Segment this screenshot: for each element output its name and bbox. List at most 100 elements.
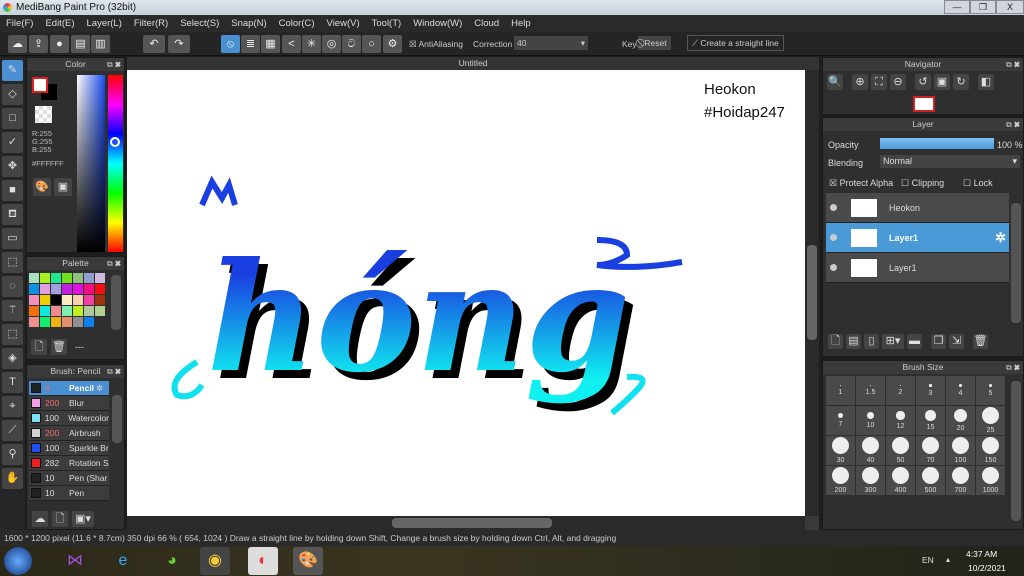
- new-halftone-layer-icon[interactable]: ▤: [846, 334, 861, 349]
- hue-slider[interactable]: [108, 75, 123, 252]
- brush-item[interactable]: 10 Pen (Shar: [29, 471, 109, 486]
- drawing-canvas[interactable]: Heokon #Hoidap247 hóng hóng: [127, 70, 805, 516]
- palette-swatch[interactable]: [51, 306, 61, 316]
- perspective-snap-icon[interactable]: <: [282, 35, 301, 53]
- menu-item[interactable]: Snap(N): [225, 15, 272, 32]
- brush-tool-icon[interactable]: ✎: [2, 60, 23, 81]
- lasso-tool-icon[interactable]: ◌: [2, 276, 23, 297]
- brush-size-option[interactable]: 100: [946, 436, 975, 465]
- panel-close-icon[interactable]: ⧉ ✖: [1006, 118, 1020, 131]
- restore-button[interactable]: ❐: [970, 0, 996, 14]
- palette-swatch[interactable]: [84, 295, 94, 305]
- brush-size-option[interactable]: 150: [976, 436, 1005, 465]
- protect-alpha-checkbox[interactable]: ☒ Protect Alpha: [829, 178, 893, 189]
- internet-explorer-icon[interactable]: e: [108, 547, 138, 575]
- palette-swatch[interactable]: [95, 284, 105, 294]
- palette-swatch[interactable]: [73, 295, 83, 305]
- layer-visibility-toggle[interactable]: [830, 234, 837, 241]
- redo-button[interactable]: ↷: [168, 35, 190, 53]
- palette-swatch[interactable]: [40, 306, 50, 316]
- palette-swatch[interactable]: [51, 273, 61, 283]
- tray-arrow-icon[interactable]: ▴: [946, 555, 950, 564]
- palette-swatch[interactable]: [84, 306, 94, 316]
- select-tool-icon[interactable]: ⬚: [2, 252, 23, 273]
- concentric-snap-icon[interactable]: ◎: [322, 35, 341, 53]
- palette-swatch[interactable]: [40, 284, 50, 294]
- antialiasing-checkbox[interactable]: ☒ AntiAliasing: [409, 37, 463, 51]
- add-layer-menu-icon[interactable]: ⊞▾: [882, 334, 904, 349]
- paint-icon[interactable]: 🎨: [293, 547, 323, 575]
- panel-close-icon[interactable]: ⧉ ✖: [1006, 361, 1020, 374]
- brush-size-option[interactable]: 40: [856, 436, 885, 465]
- brush-size-option[interactable]: 70: [916, 436, 945, 465]
- select-eraser-tool-icon[interactable]: ◈: [2, 348, 23, 369]
- palette-swatch[interactable]: [95, 306, 105, 316]
- brush-size-option[interactable]: 7: [826, 406, 855, 435]
- palette-swatch[interactable]: [40, 317, 50, 327]
- flip-icon[interactable]: ◧: [978, 74, 994, 90]
- magic-wand-tool-icon[interactable]: ⚚: [2, 300, 23, 321]
- palette-swatch[interactable]: [40, 273, 50, 283]
- menu-item[interactable]: Color(C): [273, 15, 321, 32]
- medibang-icon[interactable]: ◐: [248, 547, 278, 575]
- cloud-brush-icon[interactable]: ☁: [32, 511, 48, 527]
- brush-item[interactable]: 4 Pencil ✲: [29, 381, 109, 396]
- vertical-scrollbar[interactable]: [805, 70, 819, 516]
- brush-size-scrollbar[interactable]: [1011, 381, 1021, 521]
- palette-swatch[interactable]: [62, 306, 72, 316]
- menu-item[interactable]: Tool(T): [366, 15, 408, 32]
- clock-date[interactable]: 10/2/2021: [968, 563, 1006, 573]
- zoom-actual-icon[interactable]: 🔍: [827, 74, 843, 90]
- snap-settings-icon[interactable]: ⚙: [383, 35, 402, 53]
- brush-size-option[interactable]: 30: [826, 436, 855, 465]
- palette-swatch[interactable]: [73, 284, 83, 294]
- operation-tool-icon[interactable]: ⌖: [2, 396, 23, 417]
- circle-snap-icon[interactable]: ○: [362, 35, 381, 53]
- bucket-tool-icon[interactable]: ⛾: [2, 204, 23, 225]
- layer-item[interactable]: Heokon: [826, 193, 1009, 223]
- layer-settings-icon[interactable]: ✲: [995, 230, 1006, 246]
- palette-swatch[interactable]: [51, 317, 61, 327]
- undo-button[interactable]: ↶: [143, 35, 165, 53]
- menu-item[interactable]: Window(W): [407, 15, 468, 32]
- lock-checkbox[interactable]: ☐ Lock: [963, 178, 993, 189]
- transparent-color-swatch[interactable]: [35, 106, 52, 123]
- horizontal-scrollbar[interactable]: [127, 516, 805, 530]
- brush-item[interactable]: 200 Blur: [29, 396, 109, 411]
- brush-size-option[interactable]: 1: [826, 376, 855, 405]
- menu-item[interactable]: Cloud: [468, 15, 505, 32]
- zoom-out-icon[interactable]: ⊖: [890, 74, 906, 90]
- fill-rect-tool-icon[interactable]: ■: [2, 180, 23, 201]
- brush-size-option[interactable]: 700: [946, 466, 975, 495]
- brush-size-option[interactable]: 1.5: [856, 376, 885, 405]
- horizontal-scrollbar-thumb[interactable]: [392, 518, 552, 528]
- palette-swatch[interactable]: [62, 273, 72, 283]
- palette-swatch[interactable]: [62, 284, 72, 294]
- share-icon[interactable]: ⇪: [29, 35, 48, 53]
- menu-item[interactable]: File(F): [0, 15, 39, 32]
- panel-close-icon[interactable]: ⧉ ✖: [1006, 58, 1020, 71]
- eraser-tool-icon[interactable]: ◇: [2, 84, 23, 105]
- new-layer-icon[interactable]: 🗋: [828, 334, 843, 349]
- blending-select[interactable]: Normal ▾: [880, 155, 1020, 168]
- brush-size-option[interactable]: 20: [946, 406, 975, 435]
- clock-time[interactable]: 4:37 AM: [966, 549, 997, 559]
- color-palette-icon[interactable]: 🎨: [33, 178, 51, 196]
- zoom-in-icon[interactable]: ⊕: [852, 74, 868, 90]
- new-brush-icon[interactable]: 🗋: [52, 511, 68, 527]
- dot-tool-icon[interactable]: ✓: [2, 132, 23, 153]
- coccoc-icon[interactable]: ◕: [157, 547, 187, 575]
- correction-select[interactable]: 40 ▾: [514, 36, 588, 50]
- brush-size-option[interactable]: 5: [976, 376, 1005, 405]
- layer-visibility-toggle[interactable]: [830, 204, 837, 211]
- panel-close-icon[interactable]: ⧉ ✖: [107, 257, 121, 270]
- fit-icon[interactable]: ⛶: [871, 74, 887, 90]
- cloud-icon[interactable]: ☁: [8, 35, 27, 53]
- language-indicator[interactable]: EN: [922, 555, 934, 565]
- brush-item[interactable]: 200 Airbrush: [29, 426, 109, 441]
- brush-size-option[interactable]: 4: [946, 376, 975, 405]
- select-pen-tool-icon[interactable]: ⬚: [2, 324, 23, 345]
- visual-studio-icon[interactable]: ⋈: [60, 547, 90, 575]
- grid-snap-icon[interactable]: ▦: [261, 35, 280, 53]
- brush-size-option[interactable]: 200: [826, 466, 855, 495]
